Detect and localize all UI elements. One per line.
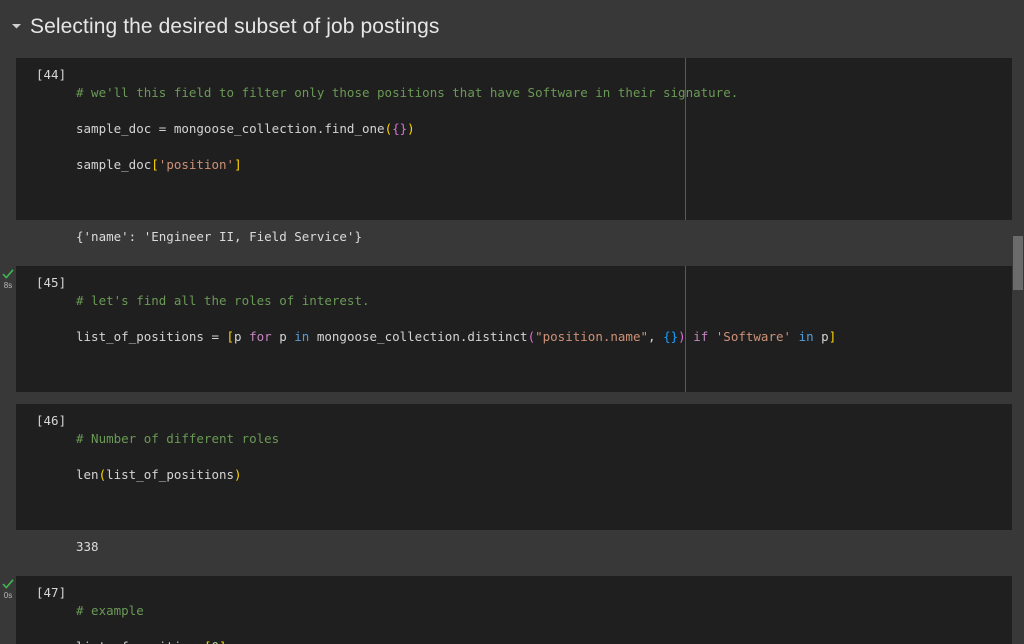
success-check-icon [2, 579, 14, 590]
cell-prompt-label: [44] [36, 67, 67, 82]
code-editor[interactable]: [46] # Number of different roles len(lis… [16, 404, 1012, 530]
code-line: # Number of different roles [76, 431, 280, 446]
cell-prompt-label: [45] [36, 275, 67, 290]
notebook-cell[interactable]: 0s [47] # example list_of_positions[0] [0, 576, 1012, 644]
code-content: # Number of different roles len(list_of_… [16, 412, 1012, 520]
code-line: # let's find all the roles of interest. [76, 293, 370, 308]
scrollbar-thumb[interactable] [1013, 236, 1023, 290]
cell-elapsed-time: 8s [3, 281, 13, 290]
cell-gutter: 0s [0, 576, 16, 600]
code-content: # example list_of_positions[0] [16, 584, 1012, 644]
vertical-scrollbar[interactable] [1012, 0, 1024, 644]
notebook-cell[interactable]: [46] # Number of different roles len(lis… [0, 404, 1012, 530]
cell-prompt-label: [46] [36, 413, 67, 428]
cell-gutter: 8s [0, 266, 16, 290]
cell-elapsed-time: 0s [3, 591, 13, 600]
code-line: sample_doc['position'] [76, 157, 242, 172]
page-title: Selecting the desired subset of job post… [30, 14, 440, 38]
code-editor[interactable]: [47] # example list_of_positions[0] [16, 576, 1012, 644]
code-line: len(list_of_positions) [76, 467, 242, 482]
notebook-cell-list: [44] # we'll this field to filter only t… [0, 52, 1012, 644]
success-check-icon [2, 269, 14, 280]
code-content: # let's find all the roles of interest. … [16, 274, 1012, 382]
cell-output: {'name': 'Engineer II, Field Service'} [76, 229, 362, 244]
notebook-cell[interactable]: 8s [45] # let's find all the roles of in… [0, 266, 1012, 392]
notebook-cell[interactable]: [44] # we'll this field to filter only t… [0, 58, 1012, 220]
code-line: list_of_positions[0] [16, 638, 1012, 644]
code-line: # example [76, 603, 144, 618]
code-editor[interactable]: [45] # let's find all the roles of inter… [16, 266, 1012, 392]
code-line: list_of_positions = [p for p in mongoose… [76, 329, 837, 344]
code-line: sample_doc = mongoose_collection.find_on… [76, 121, 415, 136]
chevron-down-icon[interactable] [8, 18, 24, 34]
code-line: # we'll this field to filter only those … [76, 85, 739, 100]
cell-gutter [0, 404, 16, 407]
cell-prompt-label: [47] [36, 585, 67, 600]
code-content: # we'll this field to filter only those … [16, 66, 1012, 210]
code-editor[interactable]: [44] # we'll this field to filter only t… [16, 58, 1012, 220]
cell-output: 338 [76, 539, 99, 554]
notebook-page: Selecting the desired subset of job post… [0, 0, 1024, 644]
section-header: Selecting the desired subset of job post… [0, 0, 1024, 52]
cell-gutter [0, 58, 16, 61]
